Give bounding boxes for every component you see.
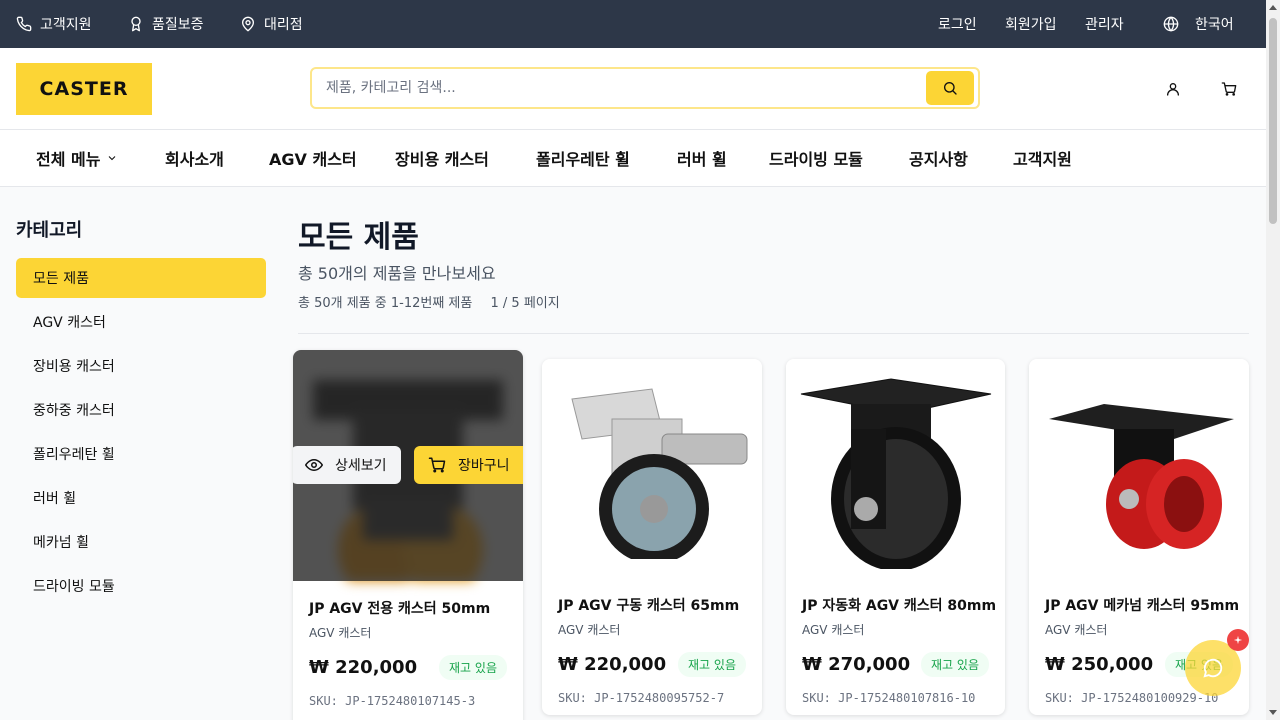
view-detail-label: 상세보기 — [335, 458, 387, 474]
scroll-thumb[interactable] — [1269, 18, 1277, 224]
nav-polyurethane-wheel[interactable]: 폴리우레탄 휠 — [536, 130, 630, 186]
product-info: JP AGV 구동 캐스터 65mm AGV 캐스터 ₩ 220,000 재고 … — [558, 595, 746, 705]
add-to-cart-label: 장바구니 — [458, 458, 510, 474]
support-label: 고객지원 — [40, 17, 92, 33]
product-category: AGV 캐스터 — [558, 623, 621, 637]
cart-icon — [1221, 82, 1237, 96]
sidebar-item-heavy-caster[interactable]: 중하중 캐스터 — [16, 390, 266, 430]
nav-driving-module[interactable]: 드라이빙 모듈 — [769, 130, 863, 186]
page-title: 모든 제품 — [298, 220, 419, 255]
view-detail-button[interactable]: 상세보기 — [293, 446, 401, 484]
dealer-link[interactable]: 대리점 — [240, 0, 303, 48]
page-indicator: 1 / 5 페이지 — [490, 296, 560, 311]
product-category: AGV 캐스터 — [1045, 623, 1108, 637]
site-header: CASTER — [0, 48, 1266, 130]
product-card[interactable]: JP AGV 구동 캐스터 65mm AGV 캐스터 ₩ 220,000 재고 … — [542, 359, 762, 715]
result-range: 총 50개 제품 중 1-12번째 제품 — [298, 296, 473, 311]
product-name[interactable]: JP AGV 전용 캐스터 50mm — [309, 598, 507, 618]
product-card[interactable]: 상세보기 장바구니 JP AGV 전용 캐스터 50mm AGV 캐스터 ₩ 2… — [293, 350, 523, 720]
admin-link[interactable]: 관리자 — [1085, 0, 1124, 48]
signup-link[interactable]: 회원가입 — [1005, 0, 1057, 48]
product-price: ₩ 250,000 — [1045, 654, 1154, 675]
cart-icon — [428, 457, 446, 473]
nav-all-menu-label: 전체 메뉴 — [36, 150, 101, 169]
sidebar-item-polyurethane-wheel[interactable]: 폴리우레탄 휠 — [16, 434, 266, 474]
product-name[interactable]: JP AGV 메카넘 캐스터 95mm — [1045, 595, 1239, 615]
sidebar-item-driving-module[interactable]: 드라이빙 모듈 — [16, 566, 266, 606]
site-logo[interactable]: CASTER — [16, 63, 152, 115]
product-name[interactable]: JP AGV 구동 캐스터 65mm — [558, 595, 746, 615]
user-icon — [1167, 83, 1179, 96]
page-subtitle: 총 50개의 제품을 만나보세요 — [298, 264, 496, 283]
product-name[interactable]: JP 자동화 AGV 캐스터 80mm — [802, 595, 996, 615]
product-info: JP AGV 전용 캐스터 50mm AGV 캐스터 ₩ 220,000 재고 … — [309, 598, 507, 708]
sparkle-icon — [1233, 635, 1243, 645]
quality-link[interactable]: 품질보증 — [128, 0, 204, 48]
product-category: AGV 캐스터 — [802, 623, 865, 637]
dealer-label: 대리점 — [264, 17, 303, 33]
sidebar-item-equipment-caster[interactable]: 장비용 캐스터 — [16, 346, 266, 386]
main-navigation: 전체 메뉴 회사소개 AGV 캐스터 장비용 캐스터 폴리우레탄 휠 러버 휠 … — [0, 130, 1266, 187]
support-link[interactable]: 고객지원 — [16, 0, 92, 48]
award-icon — [131, 16, 141, 32]
nav-support[interactable]: 고객지원 — [1013, 130, 1072, 186]
search-box — [310, 67, 980, 109]
cart-button[interactable] — [1219, 79, 1239, 99]
product-price: ₩ 220,000 — [309, 657, 418, 678]
nav-rubber-wheel[interactable]: 러버 휠 — [677, 130, 727, 186]
nav-equipment-caster[interactable]: 장비용 캐스터 — [395, 130, 489, 186]
result-count: 총 50개 제품 중 1-12번째 제품 1 / 5 페이지 — [298, 292, 574, 311]
nav-notice[interactable]: 공지사항 — [909, 130, 968, 186]
add-to-cart-button[interactable]: 장바구니 — [414, 446, 523, 484]
search-button[interactable] — [926, 71, 974, 105]
scroll-down-arrow[interactable] — [1269, 710, 1277, 715]
search-icon — [944, 82, 957, 95]
product-image[interactable] — [786, 359, 1005, 579]
caster-image — [571, 388, 748, 559]
sidebar-item-mecanum-wheel[interactable]: 메카넘 휠 — [16, 522, 266, 562]
section-divider — [298, 333, 1249, 334]
product-category: AGV 캐스터 — [309, 626, 372, 640]
globe-icon — [1163, 16, 1179, 32]
sidebar-item-all[interactable]: 모든 제품 — [16, 258, 266, 298]
map-pin-icon — [242, 16, 254, 32]
language-label: 한국어 — [1195, 17, 1234, 33]
quality-label: 품질보증 — [152, 17, 204, 33]
sidebar-item-rubber-wheel[interactable]: 러버 휠 — [16, 478, 266, 518]
eye-icon — [305, 459, 323, 471]
search-input[interactable] — [326, 69, 926, 107]
product-price: ₩ 270,000 — [802, 654, 911, 675]
top-utility-bar: 고객지원 품질보증 대리점 로그인 회원가입 관리자 한국어 — [0, 0, 1266, 48]
product-info: JP 자동화 AGV 캐스터 80mm AGV 캐스터 ₩ 270,000 재고… — [802, 595, 996, 705]
stock-badge: 재고 있음 — [439, 655, 507, 680]
product-image[interactable] — [1029, 359, 1249, 579]
language-selector[interactable]: 한국어 — [1163, 0, 1234, 48]
sidebar-item-agv-caster[interactable]: AGV 캐스터 — [16, 302, 266, 342]
login-link[interactable]: 로그인 — [938, 0, 977, 48]
phone-icon — [16, 16, 32, 32]
product-card[interactable]: JP 자동화 AGV 캐스터 80mm AGV 캐스터 ₩ 270,000 재고… — [786, 359, 1005, 715]
chat-notification-badge — [1227, 629, 1249, 651]
nav-agv-caster[interactable]: AGV 캐스터 — [269, 130, 357, 186]
stock-badge: 재고 있음 — [678, 652, 746, 677]
hover-overlay: 상세보기 장바구니 — [293, 350, 523, 581]
product-sku: SKU: JP-1752480107816-10 — [802, 691, 976, 705]
stock-badge: 재고 있음 — [921, 652, 989, 677]
sidebar-title: 카테고리 — [16, 220, 83, 241]
chevron-down-icon — [109, 156, 116, 161]
product-price: ₩ 220,000 — [558, 654, 667, 675]
caster-image — [800, 378, 991, 569]
product-sku: SKU: JP-1752480095752-7 — [558, 691, 725, 705]
product-image[interactable] — [542, 359, 762, 579]
account-button[interactable] — [1163, 79, 1183, 99]
product-sku: SKU: JP-1752480107145-3 — [309, 694, 476, 708]
scroll-up-arrow[interactable] — [1269, 5, 1277, 10]
nav-all-menu[interactable]: 전체 메뉴 — [36, 130, 118, 186]
page-scrollbar[interactable] — [1266, 0, 1280, 720]
caster-image — [1049, 404, 1234, 549]
chat-bubble-icon — [1203, 658, 1223, 678]
nav-company[interactable]: 회사소개 — [165, 130, 224, 186]
